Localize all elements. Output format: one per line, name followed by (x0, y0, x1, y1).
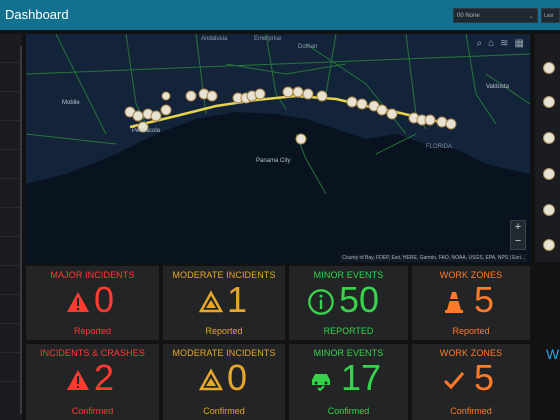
warning-icon (67, 292, 89, 312)
place-label: FLORIDA (426, 144, 452, 150)
left-panel-row[interactable] (0, 237, 22, 266)
left-panel-row[interactable] (0, 121, 22, 150)
side-panel-label: W (546, 346, 560, 362)
map-canvas: Andalusia Enterprise Dothan Mobile Valdo… (26, 34, 530, 264)
stat-card-value: 5 (474, 357, 495, 398)
stat-card-value: 1 (227, 279, 248, 320)
stat-card-footer: Confirmed (327, 406, 370, 416)
left-panel-row[interactable] (0, 295, 22, 324)
place-label: Enterprise (254, 36, 282, 42)
traffic-cone-icon (445, 292, 463, 313)
stat-card-major-incidents-reported[interactable]: MAJOR INCIDENTS 0 Reported (26, 266, 159, 340)
left-panel-row[interactable] (0, 324, 22, 353)
incident-list-icon[interactable] (543, 96, 555, 108)
filter-select-value: 00 None (457, 13, 480, 19)
stat-card-value: 17 (341, 357, 382, 398)
warning-icon (67, 370, 89, 390)
place-label: Andalusia (201, 36, 228, 42)
zoom-out-button[interactable]: − (511, 235, 525, 249)
stat-card-moderate-incidents-reported[interactable]: MODERATE INCIDENTS 1 Reported (163, 266, 285, 340)
stat-card-value: 50 (339, 279, 380, 320)
stat-card-incidents-crashes-confirmed[interactable]: INCIDENTS & CRASHES 2 Confirmed (26, 344, 159, 420)
stat-card-footer: Confirmed (450, 406, 492, 416)
place-label: Panama City (256, 158, 290, 164)
layers-icon[interactable]: ≋ (500, 38, 508, 49)
basemap-icon[interactable]: ▦ (515, 38, 524, 49)
left-panel-row[interactable] (0, 34, 22, 63)
info-circle-icon (308, 289, 334, 315)
incident-list-icon[interactable] (543, 168, 555, 180)
map-attribution: County of Bay, FDEP, Esri, HERE, Garmin,… (340, 254, 527, 262)
left-panel-row[interactable] (0, 208, 22, 237)
stat-card-footer: Confirmed (71, 406, 114, 416)
top-bar: Dashboard 00 None ⌄ Last (0, 0, 560, 30)
search-icon[interactable]: ⌕ (477, 38, 483, 49)
map-toolbar: ⌕ ⌂ ≋ ▦ (477, 38, 525, 49)
map-view[interactable]: Andalusia Enterprise Dothan Mobile Valdo… (26, 34, 530, 264)
page-title: Dashboard (5, 7, 69, 22)
stat-card-value: 5 (474, 279, 495, 320)
stat-card-minor-events-reported[interactable]: MINOR EVENTS 50 REPORTED (289, 266, 408, 340)
stat-card-value: 0 (227, 357, 248, 398)
place-label: Mobile (62, 100, 80, 106)
stat-card-label: MAJOR INCIDENTS (50, 270, 135, 280)
stat-card-footer: Reported (205, 326, 243, 336)
incident-list-icon[interactable] (543, 204, 555, 216)
place-label: Pensacola (132, 128, 161, 134)
left-panel-row[interactable] (0, 353, 22, 382)
stat-card-work-zones-confirmed[interactable]: WORK ZONES 5 Confirmed (412, 344, 530, 420)
stat-card-work-zones-reported[interactable]: WORK ZONES 5 Reported (412, 266, 530, 340)
stat-card-value: 0 (94, 279, 115, 320)
right-panel (535, 34, 560, 262)
stat-card-footer: Reported (73, 326, 112, 336)
left-panel (0, 34, 22, 420)
stat-card-minor-events-confirmed[interactable]: MINOR EVENTS 17 Confirmed (289, 344, 408, 420)
incident-list-icon[interactable] (543, 62, 555, 74)
left-panel-row[interactable] (0, 150, 22, 179)
chevron-down-icon: ⌄ (528, 13, 534, 20)
stat-card-label: WORK ZONES (439, 270, 503, 280)
incident-list-icon[interactable] (543, 132, 555, 144)
zoom-in-button[interactable]: + (511, 221, 525, 235)
caution-triangle-icon (199, 368, 223, 391)
left-panel-row[interactable] (0, 266, 22, 295)
stat-card-label: MODERATE INCIDENTS (172, 348, 276, 358)
left-panel-row[interactable] (0, 92, 22, 121)
checkmark-icon (443, 372, 465, 390)
stat-card-footer: REPORTED (323, 326, 374, 336)
caution-triangle-icon (199, 290, 223, 313)
incident-list-icon[interactable] (543, 239, 555, 251)
last-button[interactable]: Last (541, 8, 560, 23)
place-label: Dothan (298, 44, 317, 50)
stat-card-footer: Confirmed (203, 406, 245, 416)
stat-card-label: WORK ZONES (439, 348, 503, 358)
stat-card-footer: Reported (452, 326, 490, 336)
left-panel-row[interactable] (0, 63, 22, 92)
left-panel-scrollbar[interactable] (20, 46, 22, 414)
left-panel-row[interactable] (0, 179, 22, 208)
place-label: Valdosta (486, 84, 510, 90)
stat-card-moderate-incidents-confirmed[interactable]: MODERATE INCIDENTS 0 Confirmed (163, 344, 285, 420)
stat-card-label: INCIDENTS & CRASHES (40, 348, 145, 358)
home-icon[interactable]: ⌂ (488, 38, 494, 49)
car-check-icon (312, 374, 330, 392)
filter-select[interactable]: 00 None ⌄ (453, 8, 538, 23)
stat-card-label: MODERATE INCIDENTS (172, 270, 276, 280)
zoom-control: + − (510, 220, 526, 250)
stat-card-value: 2 (94, 357, 115, 398)
